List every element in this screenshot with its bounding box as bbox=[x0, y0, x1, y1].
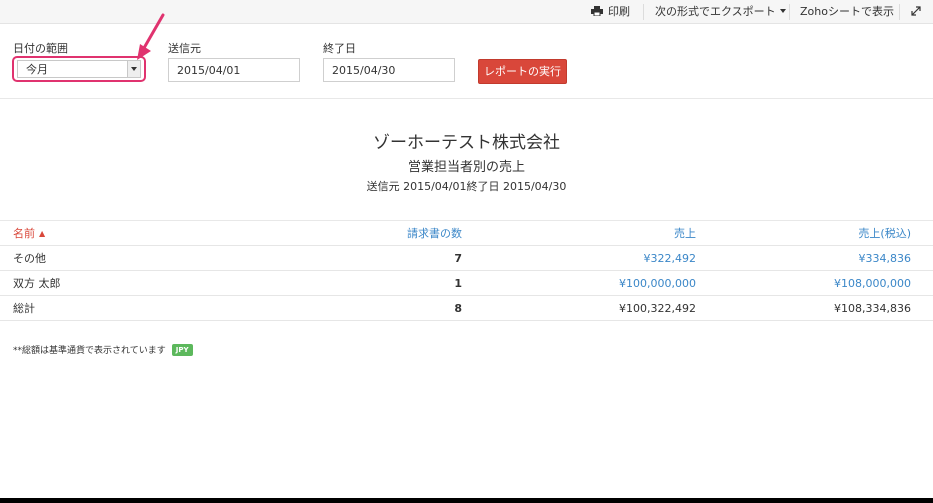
total-sales-with-tax: ¥108,334,836 bbox=[834, 302, 911, 315]
column-header-name-label: 名前 bbox=[13, 227, 35, 240]
total-sales: ¥100,322,492 bbox=[619, 302, 696, 315]
date-range-label: 日付の範囲 bbox=[13, 42, 68, 55]
table-header-row: 名前 ▲︎ 請求書の数 売上 売上(税込) bbox=[0, 221, 933, 246]
to-date-label: 終了日 bbox=[323, 42, 356, 55]
report-page: 印刷 次の形式でエクスポート Zohoシートで表示 日付の範囲 送信元 終了日 … bbox=[0, 0, 933, 498]
column-header-name[interactable]: 名前 ▲︎ bbox=[13, 221, 45, 246]
print-button[interactable]: 印刷 bbox=[591, 0, 630, 24]
date-range-highlight: 今月 bbox=[12, 56, 146, 82]
row-sales-link[interactable]: ¥100,000,000 bbox=[619, 271, 696, 296]
date-range-value: 今月 bbox=[26, 63, 48, 76]
run-report-button[interactable]: レポートの実行 bbox=[478, 59, 567, 84]
toolbar-divider bbox=[789, 4, 790, 20]
from-date-input[interactable] bbox=[168, 58, 300, 82]
table-row: 双方 太郎 1 ¥100,000,000 ¥108,000,000 bbox=[0, 271, 933, 296]
table-total-row: 総計 8 ¥100,322,492 ¥108,334,836 bbox=[0, 296, 933, 321]
row-invoice-count: 1 bbox=[454, 277, 462, 290]
sort-icon[interactable]: ▲︎ bbox=[39, 221, 45, 246]
column-header-sales-with-tax[interactable]: 売上(税込) bbox=[858, 221, 911, 246]
footnote-text: **総額は基準通貨で表示されています bbox=[13, 346, 166, 356]
company-name: ゾーホーテスト株式会社 bbox=[373, 133, 560, 153]
row-name: その他 bbox=[13, 252, 46, 265]
expand-icon bbox=[911, 6, 921, 16]
column-header-invoice-count[interactable]: 請求書の数 bbox=[407, 221, 462, 246]
row-sales-with-tax-link[interactable]: ¥334,836 bbox=[859, 246, 912, 271]
toolbar-divider bbox=[643, 4, 644, 20]
toolbar-divider bbox=[899, 4, 900, 20]
filter-divider bbox=[0, 98, 933, 99]
printer-icon bbox=[591, 6, 603, 16]
row-name: 双方 太郎 bbox=[13, 277, 61, 290]
from-date-label: 送信元 bbox=[168, 42, 201, 55]
row-sales-link[interactable]: ¥322,492 bbox=[644, 246, 697, 271]
total-invoice-count: 8 bbox=[454, 302, 462, 315]
view-in-zoho-sheet-button[interactable]: Zohoシートで表示 bbox=[800, 0, 894, 24]
export-dropdown[interactable]: 次の形式でエクスポート bbox=[655, 0, 786, 24]
expand-button[interactable] bbox=[911, 0, 923, 24]
annotation-arrow-icon bbox=[137, 13, 165, 60]
to-date-input[interactable] bbox=[323, 58, 455, 82]
zoho-sheet-label: Zohoシートで表示 bbox=[800, 5, 894, 18]
date-range-select[interactable]: 今月 bbox=[17, 60, 141, 78]
chevron-down-icon bbox=[779, 9, 786, 13]
row-invoice-count: 7 bbox=[454, 252, 462, 265]
column-header-sales[interactable]: 売上 bbox=[674, 221, 696, 246]
table-row: その他 7 ¥322,492 ¥334,836 bbox=[0, 246, 933, 271]
report-title: 営業担当者別の売上 bbox=[407, 160, 525, 175]
row-sales-with-tax-link[interactable]: ¥108,000,000 bbox=[834, 271, 911, 296]
report-date-range: 送信元 2015/04/01終了日 2015/04/30 bbox=[366, 180, 567, 193]
base-currency-note: **総額は基準通貨で表示されています JPY bbox=[13, 343, 193, 356]
print-label: 印刷 bbox=[608, 5, 630, 18]
currency-badge: JPY bbox=[171, 344, 193, 356]
total-label: 総計 bbox=[13, 302, 35, 315]
export-label: 次の形式でエクスポート bbox=[655, 5, 776, 18]
